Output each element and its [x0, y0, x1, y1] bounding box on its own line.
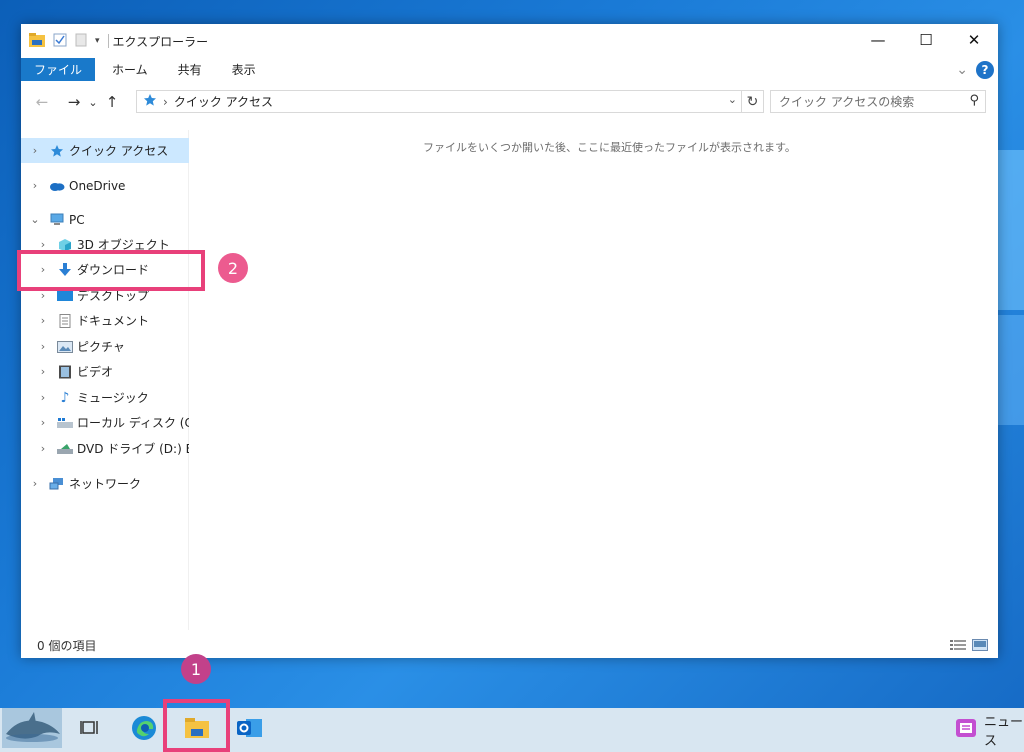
window-controls: — ☐ ✕: [854, 24, 998, 56]
close-button[interactable]: ✕: [950, 24, 998, 56]
news-widget-button[interactable]: ニュース: [954, 708, 1024, 752]
up-button[interactable]: ↑: [101, 93, 123, 111]
expand-chevron-icon[interactable]: ›: [29, 477, 41, 490]
search-placeholder: クイック アクセスの検索: [779, 95, 915, 109]
expand-chevron-icon[interactable]: ›: [37, 416, 49, 429]
tab-view[interactable]: 表示: [219, 58, 269, 81]
sidebar-item-pictures[interactable]: › ピクチャ: [21, 334, 189, 359]
news-icon: [954, 717, 978, 743]
navigation-bar: ← → ⌄ ↑ › クイック アクセス ⌄ ↻ クイック アクセスの検索 ⚲: [21, 88, 998, 116]
sidebar-item-quick-access[interactable]: › クイック アクセス: [21, 138, 189, 163]
sidebar-item-label: OneDrive: [69, 178, 126, 193]
folder-app-icon: [29, 32, 45, 51]
news-label: ニュース: [984, 715, 1024, 749]
tab-share[interactable]: 共有: [165, 58, 215, 81]
empty-folder-message: ファイルをいくつか開いた後、ここに最近使ったファイルが表示されます。: [423, 141, 796, 154]
customize-toolbar-icon[interactable]: ▾: [95, 36, 100, 46]
ribbon-tab-bar: ファイル ホーム 共有 表示 ⌄ ?: [21, 58, 998, 81]
expand-chevron-icon[interactable]: ›: [29, 179, 41, 192]
search-input[interactable]: クイック アクセスの検索 ⚲: [770, 90, 986, 113]
sidebar-item-music[interactable]: › ♪ ミュージック: [21, 385, 189, 410]
sidebar-item-label: DVD ドライブ (D:) ESI: [77, 442, 189, 456]
dolphin-widget-icon: [2, 708, 62, 752]
sidebar-item-local-disk[interactable]: › ローカル ディスク (C:): [21, 410, 189, 435]
navigation-pane: › クイック アクセス › OneDrive ⌄ PC › 3D オブジェクト …: [21, 130, 189, 630]
tab-home[interactable]: ホーム: [99, 58, 161, 81]
breadcrumb-separator: ›: [163, 94, 168, 109]
window-title: エクスプローラー: [112, 34, 209, 49]
document-icon: [57, 313, 73, 328]
back-button[interactable]: ←: [31, 93, 53, 111]
music-note-icon: ♪: [60, 389, 70, 406]
sidebar-item-label: ネットワーク: [69, 477, 142, 491]
explorer-window: ▾ エクスプローラー — ☐ ✕ ファイル ホーム 共有 表示 ⌄ ? ← → …: [21, 24, 998, 658]
cloud-icon: [49, 179, 65, 193]
explorer-taskbar-highlight-box: [163, 699, 230, 752]
sidebar-item-videos[interactable]: › ビデオ: [21, 359, 189, 384]
collapse-chevron-icon[interactable]: ⌄: [29, 213, 41, 226]
step-1-badge: 1: [181, 654, 211, 684]
tab-file[interactable]: ファイル: [21, 58, 96, 81]
expand-chevron-icon[interactable]: ›: [37, 391, 49, 404]
refresh-button[interactable]: ↻: [742, 90, 764, 113]
pc-icon: [49, 213, 65, 227]
sidebar-item-label: PC: [69, 212, 85, 227]
expand-chevron-icon[interactable]: ›: [29, 144, 41, 157]
toolbar-divider: [107, 34, 109, 48]
quick-access-toolbar: ▾: [21, 32, 109, 51]
sidebar-item-pc[interactable]: ⌄ PC: [21, 207, 189, 232]
ribbon-right-controls: ⌄ ?: [956, 61, 994, 79]
details-view-icon[interactable]: [950, 636, 966, 655]
expand-chevron-icon[interactable]: ›: [37, 365, 49, 378]
sidebar-item-label: ドキュメント: [77, 314, 150, 328]
view-switcher: [950, 636, 988, 655]
maximize-button[interactable]: ☐: [902, 24, 950, 56]
star-icon: [143, 93, 157, 110]
expand-chevron-icon[interactable]: ›: [37, 442, 49, 455]
sidebar-item-label: クイック アクセス: [69, 144, 169, 158]
expand-chevron-icon[interactable]: ›: [37, 314, 49, 327]
task-view-icon: [80, 719, 100, 741]
expand-ribbon-icon[interactable]: ⌄: [956, 62, 968, 78]
drive-icon: [57, 416, 73, 430]
step-2-badge: 2: [218, 253, 248, 283]
forward-button[interactable]: →: [63, 93, 85, 111]
sidebar-item-label: ピクチャ: [77, 340, 125, 354]
picture-icon: [57, 340, 73, 354]
video-icon: [57, 365, 73, 379]
new-folder-icon[interactable]: [75, 32, 87, 51]
edge-icon: [131, 715, 157, 745]
widgets-button[interactable]: [0, 708, 64, 752]
sidebar-item-label: ローカル ディスク (C:): [77, 416, 189, 430]
edge-taskbar-button[interactable]: [122, 708, 166, 752]
large-icons-view-icon[interactable]: [972, 636, 988, 655]
sidebar-item-onedrive[interactable]: › OneDrive: [21, 173, 189, 198]
dvd-icon: [57, 442, 73, 456]
properties-check-icon[interactable]: [53, 32, 67, 51]
outlook-icon: [237, 716, 263, 744]
status-item-count: 0 個の項目: [37, 639, 97, 653]
minimize-button[interactable]: —: [854, 24, 902, 56]
expand-chevron-icon[interactable]: ›: [37, 340, 49, 353]
task-view-button[interactable]: [68, 708, 112, 752]
outlook-taskbar-button[interactable]: [228, 708, 272, 752]
taskbar: ニュース: [0, 708, 1024, 752]
breadcrumb-current[interactable]: クイック アクセス: [174, 93, 273, 110]
recent-locations-button[interactable]: ⌄: [87, 96, 99, 109]
title-bar: ▾ エクスプローラー — ☐ ✕: [21, 24, 998, 58]
address-bar[interactable]: › クイック アクセス ⌄: [136, 90, 742, 113]
address-dropdown-icon[interactable]: ⌄: [728, 93, 737, 106]
sidebar-item-label: ミュージック: [77, 391, 149, 405]
sidebar-item-network[interactable]: › ネットワーク: [21, 471, 189, 496]
sidebar-item-dvd-drive[interactable]: › DVD ドライブ (D:) ESI: [21, 436, 189, 461]
sidebar-item-label: ビデオ: [77, 365, 114, 379]
network-icon: [49, 477, 65, 491]
sidebar-item-documents[interactable]: › ドキュメント: [21, 308, 189, 333]
downloads-highlight-box: [17, 250, 205, 291]
star-icon: [49, 144, 65, 158]
search-icon: ⚲: [969, 93, 979, 108]
help-icon[interactable]: ?: [976, 61, 994, 79]
